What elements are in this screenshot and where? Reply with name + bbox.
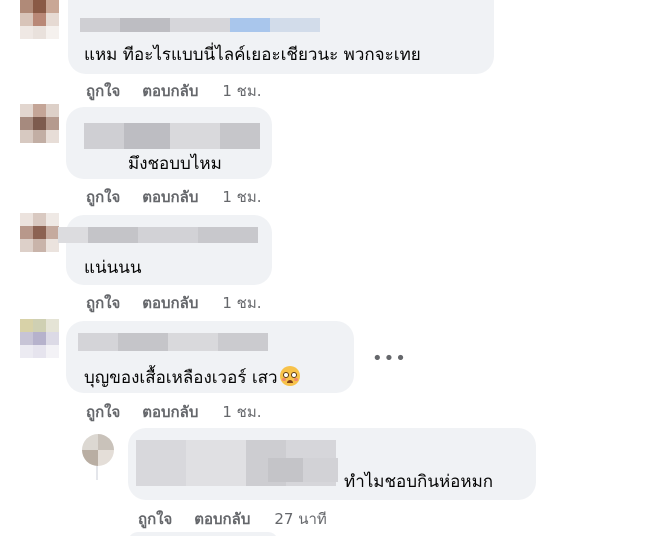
author-name-blurred [268,458,338,482]
comment-actions: ถูกใจ ตอบกลับ 1 ชม. [86,185,262,209]
more-options-icon[interactable]: ••• [372,348,407,369]
comment-bubble: มึงชอบบไหม [66,107,272,179]
comment-timestamp[interactable]: 1 ชม. [222,400,261,424]
comment-timestamp[interactable]: 1 ชม. [222,79,261,103]
reply-button[interactable]: ตอบกลับ [142,400,198,424]
comment-text: แน่นนน [84,258,142,278]
avatar[interactable] [82,434,114,466]
like-button[interactable]: ถูกใจ [86,79,120,103]
avatar[interactable] [20,213,60,253]
avatar[interactable] [20,319,60,359]
comment-timestamp[interactable]: 1 ชม. [222,185,261,209]
comment-bubble: แน่นนน [58,215,272,285]
comment-text: บุญของเสื้อเหลืองเวอร์ เสว [84,364,300,391]
comment-text: แหม ทีอะไรแบบนี่ไลค์เยอะเชียวนะ พวกจะเทย [84,45,421,65]
next-comment-bubble [128,532,278,536]
like-button[interactable]: ถูกใจ [138,507,172,531]
avatar[interactable] [20,0,60,40]
author-name-blurred[interactable] [84,123,260,149]
reply-button[interactable]: ตอบกลับ [194,507,250,531]
comment-timestamp[interactable]: 1 ชม. [222,291,261,315]
avatar[interactable] [20,104,60,144]
comment-bubble: บุญของเสื้อเหลืองเวอร์ เสว [66,321,354,393]
comment-actions: ถูกใจ ตอบกลับ 1 ชม. [86,79,262,103]
comment-actions: ถูกใจ ตอบกลับ 1 ชม. [86,291,262,315]
like-button[interactable]: ถูกใจ [86,291,120,315]
reply-bubble: ทำไมชอบกินห่อหมก [128,428,536,500]
comment-bubble: แหม ทีอะไรแบบนี่ไลค์เยอะเชียวนะ พวกจะเทย [68,0,494,74]
like-button[interactable]: ถูกใจ [86,400,120,424]
pleading-face-icon [279,366,300,386]
comment-text: ทำไมชอบกินห่อหมก [344,472,494,492]
reply-button[interactable]: ตอบกลับ [142,291,198,315]
comment-actions: ถูกใจ ตอบกลับ 1 ชม. [86,400,262,424]
author-name-blurred[interactable] [78,333,268,351]
reply-button[interactable]: ตอบกลับ [142,185,198,209]
comment-text-body: บุญของเสื้อเหลืองเวอร์ เสว [84,368,278,388]
comment-timestamp[interactable]: 27 นาที [274,507,326,531]
reply-button[interactable]: ตอบกลับ [142,79,198,103]
reply-actions: ถูกใจ ตอบกลับ 27 นาที [138,507,327,531]
author-name-blurred[interactable] [80,18,320,32]
like-button[interactable]: ถูกใจ [86,185,120,209]
author-name-blurred[interactable] [58,227,258,243]
comment-text: มึงชอบบไหม [128,154,222,174]
